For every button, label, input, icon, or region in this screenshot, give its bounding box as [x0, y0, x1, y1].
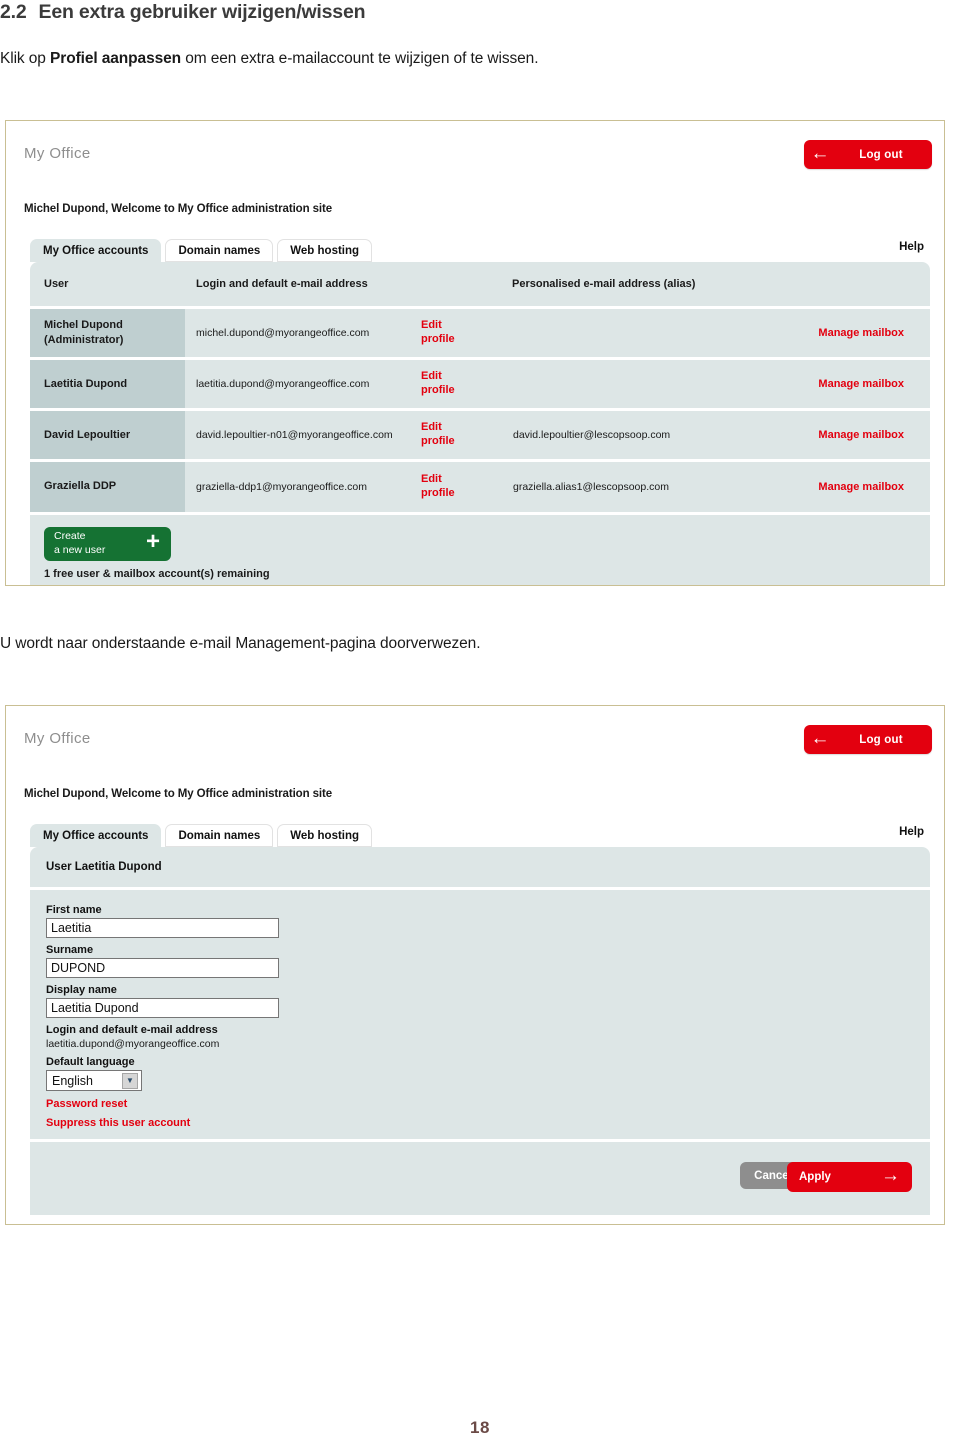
- edit-profile-link[interactable]: Edit profile: [420, 408, 512, 461]
- create-new-user-label: Create a new user: [54, 530, 106, 556]
- cell-user: Graziella DDP: [30, 459, 185, 512]
- page-title: 2.2 Een extra gebruiker wijzigen/wissen: [0, 1, 366, 24]
- cell-login: graziella-ddp1@myorangeoffice.com: [185, 459, 420, 512]
- middle-paragraph: U wordt naar onderstaande e-mail Managem…: [0, 635, 481, 652]
- app-title: My Office: [24, 730, 91, 747]
- screenshot-profile-page: My Office ← Log out Michel Dupond, Welco…: [5, 705, 945, 1225]
- password-reset-link[interactable]: Password reset: [46, 1098, 930, 1110]
- cell-alias: [512, 357, 757, 410]
- default-language-label: Default language: [46, 1056, 135, 1068]
- column-header-user: User: [44, 278, 69, 290]
- tab-domain-names[interactable]: Domain names: [165, 824, 274, 847]
- tab-bar: My Office accounts Domain names Web host…: [30, 239, 376, 262]
- tab-web-hosting[interactable]: Web hosting: [277, 239, 373, 262]
- cell-login: michel.dupond@myorangeoffice.com: [185, 306, 420, 359]
- tab-my-office-accounts[interactable]: My Office accounts: [30, 824, 162, 847]
- table-row: Graziella DDP graziella-ddp1@myorangeoff…: [30, 459, 930, 512]
- my-office-app: My Office ← Log out Michel Dupond, Welco…: [6, 706, 944, 1224]
- tab-bar: My Office accounts Domain names Web host…: [30, 824, 376, 847]
- tab-label: My Office accounts: [43, 829, 149, 842]
- profile-form: First name Surname Display name Login an…: [30, 890, 930, 1139]
- arrow-left-icon: ←: [810, 728, 830, 749]
- create-new-user-button[interactable]: Create a new user +: [44, 526, 171, 561]
- tab-label: My Office accounts: [43, 244, 149, 257]
- column-header-manage: [757, 262, 930, 308]
- edit-profile-link[interactable]: Edit profile: [420, 357, 512, 410]
- cell-alias: [512, 306, 757, 359]
- arrow-left-icon: ←: [810, 143, 830, 164]
- tab-domain-names[interactable]: Domain names: [165, 239, 274, 262]
- page-number: 18: [470, 1418, 490, 1437]
- arrow-right-icon: →: [881, 1165, 900, 1186]
- default-language-value: English: [52, 1073, 93, 1088]
- tab-label: Web hosting: [290, 829, 360, 842]
- plus-icon: +: [145, 528, 160, 555]
- surname-label: Surname: [46, 944, 94, 956]
- section-title: Een extra gebruiker wijzigen/wissen: [38, 1, 366, 23]
- cell-user: Laetitia Dupond: [30, 357, 185, 410]
- cell-user: Michel Dupond (Administrator): [30, 306, 185, 359]
- intro-paragraph: Klik op Profiel aanpassen om een extra e…: [0, 50, 539, 68]
- table-row: David Lepoultier david.lepoultier-n01@my…: [30, 408, 930, 461]
- column-header-alias: Personalised e-mail address (alias): [512, 278, 696, 290]
- accounts-footer: Create a new user + 1 free user & mailbox…: [30, 511, 930, 585]
- first-name-label: First name: [46, 904, 102, 916]
- apply-button[interactable]: Apply →: [787, 1162, 912, 1192]
- welcome-message: Michel Dupond, Welcome to My Office admi…: [24, 788, 333, 800]
- free-accounts-note: 1 free user & mailbox account(s) remaini…: [44, 567, 270, 580]
- suppress-user-account-link[interactable]: Suppress this user account: [46, 1117, 930, 1129]
- tab-label: Web hosting: [290, 244, 360, 257]
- edit-profile-link[interactable]: Edit profile: [420, 459, 512, 512]
- section-number: 2.2: [0, 1, 27, 23]
- tab-my-office-accounts[interactable]: My Office accounts: [30, 239, 162, 262]
- display-name-label: Display name: [46, 984, 117, 996]
- default-language-select[interactable]: English ▼: [46, 1070, 142, 1091]
- manage-mailbox-link[interactable]: Manage mailbox: [757, 408, 930, 461]
- first-name-input[interactable]: [46, 918, 279, 938]
- tab-label: Domain names: [178, 244, 261, 257]
- profile-form-footer: Cancel Apply →: [30, 1139, 930, 1215]
- welcome-message: Michel Dupond, Welcome to My Office admi…: [24, 203, 333, 215]
- profile-panel: User Laetitia Dupond First name Surname …: [30, 847, 930, 1215]
- cell-user: David Lepoultier: [30, 408, 185, 461]
- cell-login: david.lepoultier-n01@myorangeoffice.com: [185, 408, 420, 461]
- table-header-row: User Login and default e-mail address Pe…: [30, 262, 930, 308]
- column-header-login: Login and default e-mail address: [196, 278, 368, 290]
- my-office-app: My Office ← Log out Michel Dupond, Welco…: [6, 121, 944, 585]
- logout-button[interactable]: ← Log out: [804, 140, 932, 169]
- table-row: Laetitia Dupond laetitia.dupond@myorange…: [30, 357, 930, 410]
- login-email-value: laetitia.dupond@myorangeoffice.com: [46, 1038, 220, 1050]
- app-title: My Office: [24, 145, 91, 162]
- intro-text-before: Klik op: [0, 50, 51, 67]
- profile-panel-header: User Laetitia Dupond: [30, 847, 930, 890]
- apply-button-label: Apply: [799, 1171, 831, 1183]
- cell-login: laetitia.dupond@myorangeoffice.com: [185, 357, 420, 410]
- intro-text-bold: Profiel aanpassen: [50, 50, 181, 67]
- help-link[interactable]: Help: [899, 241, 924, 253]
- logout-button-label: Log out: [859, 148, 903, 161]
- display-name-input[interactable]: [46, 998, 279, 1018]
- accounts-panel: User Login and default e-mail address Pe…: [30, 262, 930, 585]
- surname-input[interactable]: [46, 958, 279, 978]
- intro-text-after: om een extra e-mailaccount te wijzigen o…: [181, 50, 539, 67]
- manage-mailbox-link[interactable]: Manage mailbox: [757, 306, 930, 359]
- manage-mailbox-link[interactable]: Manage mailbox: [757, 357, 930, 410]
- login-email-label: Login and default e-mail address: [46, 1024, 218, 1036]
- tab-label: Domain names: [178, 829, 261, 842]
- column-header-edit: [420, 262, 512, 308]
- cell-alias: graziella.alias1@lescopsoop.com: [512, 459, 757, 512]
- accounts-table: User Login and default e-mail address Pe…: [30, 262, 930, 512]
- screenshot-accounts-page: My Office ← Log out Michel Dupond, Welco…: [5, 120, 945, 586]
- tab-web-hosting[interactable]: Web hosting: [277, 824, 373, 847]
- manage-mailbox-link[interactable]: Manage mailbox: [757, 459, 930, 512]
- edit-profile-link[interactable]: Edit profile: [420, 306, 512, 359]
- cell-alias: david.lepoultier@lescopsoop.com: [512, 408, 757, 461]
- chevron-down-icon: ▼: [122, 1072, 138, 1089]
- help-link[interactable]: Help: [899, 826, 924, 838]
- logout-button-label: Log out: [859, 733, 903, 746]
- logout-button[interactable]: ← Log out: [804, 725, 932, 754]
- table-row: Michel Dupond (Administrator) michel.dupo…: [30, 306, 930, 359]
